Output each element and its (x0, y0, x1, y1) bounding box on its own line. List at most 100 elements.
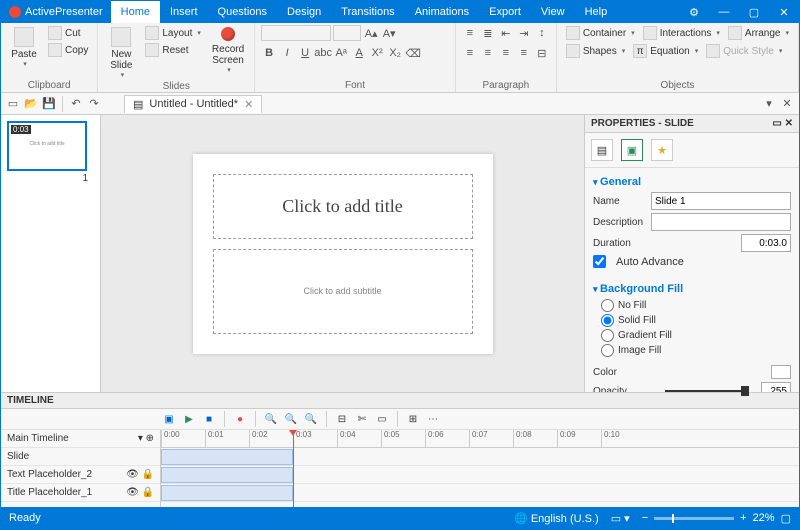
fontcolor-icon[interactable]: A (351, 45, 367, 61)
panel-x-icon[interactable]: ✕ (785, 118, 793, 129)
view-mode-icon[interactable]: ▭ ▾ (611, 512, 630, 525)
layout-button[interactable]: Layout (142, 25, 204, 41)
strike-icon[interactable]: abc (315, 45, 331, 61)
tl-trim-icon[interactable]: ▭ (374, 411, 390, 427)
line-spacing-icon[interactable]: ↕ (534, 25, 550, 41)
radio-solid-fill[interactable] (601, 314, 614, 327)
new-slide-button[interactable]: New Slide (104, 25, 138, 81)
radio-image-fill[interactable] (601, 344, 614, 357)
undo-icon[interactable]: ↶ (68, 96, 84, 112)
tab-insert[interactable]: Insert (160, 1, 208, 23)
outdent-icon[interactable]: ⇤ (498, 25, 514, 41)
title-placeholder[interactable]: Click to add title (213, 174, 473, 239)
equation-button[interactable]: πEquation (630, 43, 701, 59)
zoom-slider[interactable] (654, 517, 734, 520)
tl-alert-icon[interactable]: ● (232, 411, 248, 427)
minimize-button[interactable]: — (709, 1, 739, 23)
interactions-button[interactable]: Interactions (640, 25, 723, 41)
duration-input[interactable] (741, 234, 791, 252)
zoom-in-icon[interactable]: + (740, 512, 746, 524)
panel-menu-icon[interactable]: ▾ (761, 96, 777, 112)
tab-home[interactable]: Home (111, 1, 160, 23)
desc-input[interactable] (651, 213, 791, 231)
cut-button[interactable]: Cut (45, 25, 91, 41)
eye-lock-icons[interactable]: 👁 🔒 (126, 469, 154, 480)
slide-thumbnail[interactable]: 0:03 Click to add title (7, 121, 87, 171)
clip-slide[interactable] (161, 449, 293, 465)
tl-snap-icon[interactable]: ⊞ (405, 411, 421, 427)
clip-title-ph1[interactable] (161, 485, 293, 501)
copy-button[interactable]: Copy (45, 42, 91, 58)
subtitle-placeholder[interactable]: Click to add subtitle (213, 249, 473, 334)
radio-no-fill[interactable] (601, 299, 614, 312)
tl-more-icon[interactable]: ⋯ (425, 411, 441, 427)
tl-zoom-fit-icon[interactable]: 🔍 (303, 411, 319, 427)
tab-animations[interactable]: Animations (405, 1, 479, 23)
track-title-ph1[interactable]: Title Placeholder_1👁 🔒 (1, 484, 160, 502)
highlight-icon[interactable]: Aᵃ (333, 45, 349, 61)
opacity-slider[interactable] (665, 390, 749, 392)
paste-button[interactable]: Paste (7, 25, 41, 70)
status-lang[interactable]: 🌐 English (U.S.) (514, 512, 599, 525)
prop-tab-size-icon[interactable]: ▣ (621, 139, 643, 161)
gear-icon[interactable]: ⚙ (679, 1, 709, 23)
clip-text-ph2[interactable] (161, 467, 293, 483)
track-slide[interactable]: Slide (1, 448, 160, 466)
prop-tab-effects-icon[interactable]: ★ (651, 139, 673, 161)
tl-rec-icon[interactable]: ▣ (161, 411, 177, 427)
zoom-out-icon[interactable]: − (642, 512, 648, 524)
track-text-ph2[interactable]: Text Placeholder_2👁 🔒 (1, 466, 160, 484)
tab-export[interactable]: Export (479, 1, 531, 23)
underline-icon[interactable]: U (297, 45, 313, 61)
align-left-icon[interactable]: ≡ (462, 45, 478, 61)
indent-icon[interactable]: ⇥ (516, 25, 532, 41)
font-family-select[interactable] (261, 25, 331, 41)
slide[interactable]: Click to add title Click to add subtitle (193, 154, 493, 354)
prop-tab-general-icon[interactable]: ▤ (591, 139, 613, 161)
tl-cut-icon[interactable]: ✄ (354, 411, 370, 427)
new-icon[interactable]: ▭ (5, 96, 21, 112)
sub-icon[interactable]: X₂ (387, 45, 403, 61)
increase-font-icon[interactable]: A▴ (363, 25, 379, 41)
document-tab[interactable]: ▤ Untitled - Untitled* ✕ (124, 95, 262, 113)
section-bgfill[interactable]: Background Fill (593, 283, 791, 295)
reset-button[interactable]: Reset (142, 42, 204, 58)
container-button[interactable]: Container (563, 25, 638, 41)
tl-play-icon[interactable]: ▶ (181, 411, 197, 427)
timeline-ruler[interactable]: 0:000:010:020:030:040:050:060:070:080:09… (161, 430, 799, 448)
tab-transitions[interactable]: Transitions (331, 1, 404, 23)
tab-view[interactable]: View (531, 1, 575, 23)
timeline-main-row[interactable]: Main Timeline▾ ⊕ (1, 430, 160, 448)
shapes-button[interactable]: Shapes (563, 43, 628, 59)
tab-questions[interactable]: Questions (208, 1, 278, 23)
record-screen-button[interactable]: Record Screen (208, 25, 248, 76)
eye-lock-icons-2[interactable]: 👁 🔒 (126, 487, 154, 498)
tl-zoom-out-icon[interactable]: 🔍 (263, 411, 279, 427)
super-icon[interactable]: X² (369, 45, 385, 61)
tl-split-icon[interactable]: ⊟ (334, 411, 350, 427)
maximize-button[interactable]: ▢ (739, 1, 769, 23)
canvas[interactable]: Click to add title Click to add subtitle (101, 115, 584, 392)
section-general[interactable]: General (593, 176, 791, 188)
open-icon[interactable]: 📂 (23, 96, 39, 112)
tl-stop-icon[interactable]: ■ (201, 411, 217, 427)
tl-zoom-in-icon[interactable]: 🔍 (283, 411, 299, 427)
font-size-select[interactable] (333, 25, 361, 41)
tab-help[interactable]: Help (575, 1, 618, 23)
quickstyle-button[interactable]: Quick Style (703, 43, 785, 59)
radio-gradient-fill[interactable] (601, 329, 614, 342)
auto-advance-checkbox[interactable] (593, 255, 606, 268)
numbering-icon[interactable]: ≣ (480, 25, 496, 41)
zoom-fit-icon[interactable]: ▢ (781, 512, 791, 525)
panel-pin-icon[interactable]: ▭ (772, 118, 781, 129)
bold-icon[interactable]: B (261, 45, 277, 61)
decrease-font-icon[interactable]: A▾ (381, 25, 397, 41)
document-close-icon[interactable]: ✕ (244, 98, 253, 111)
justify-icon[interactable]: ≡ (516, 45, 532, 61)
redo-icon[interactable]: ↷ (86, 96, 102, 112)
align-right-icon[interactable]: ≡ (498, 45, 514, 61)
tab-design[interactable]: Design (277, 1, 331, 23)
bullets-icon[interactable]: ≡ (462, 25, 478, 41)
italic-icon[interactable]: I (279, 45, 295, 61)
arrange-button[interactable]: Arrange (725, 25, 792, 41)
